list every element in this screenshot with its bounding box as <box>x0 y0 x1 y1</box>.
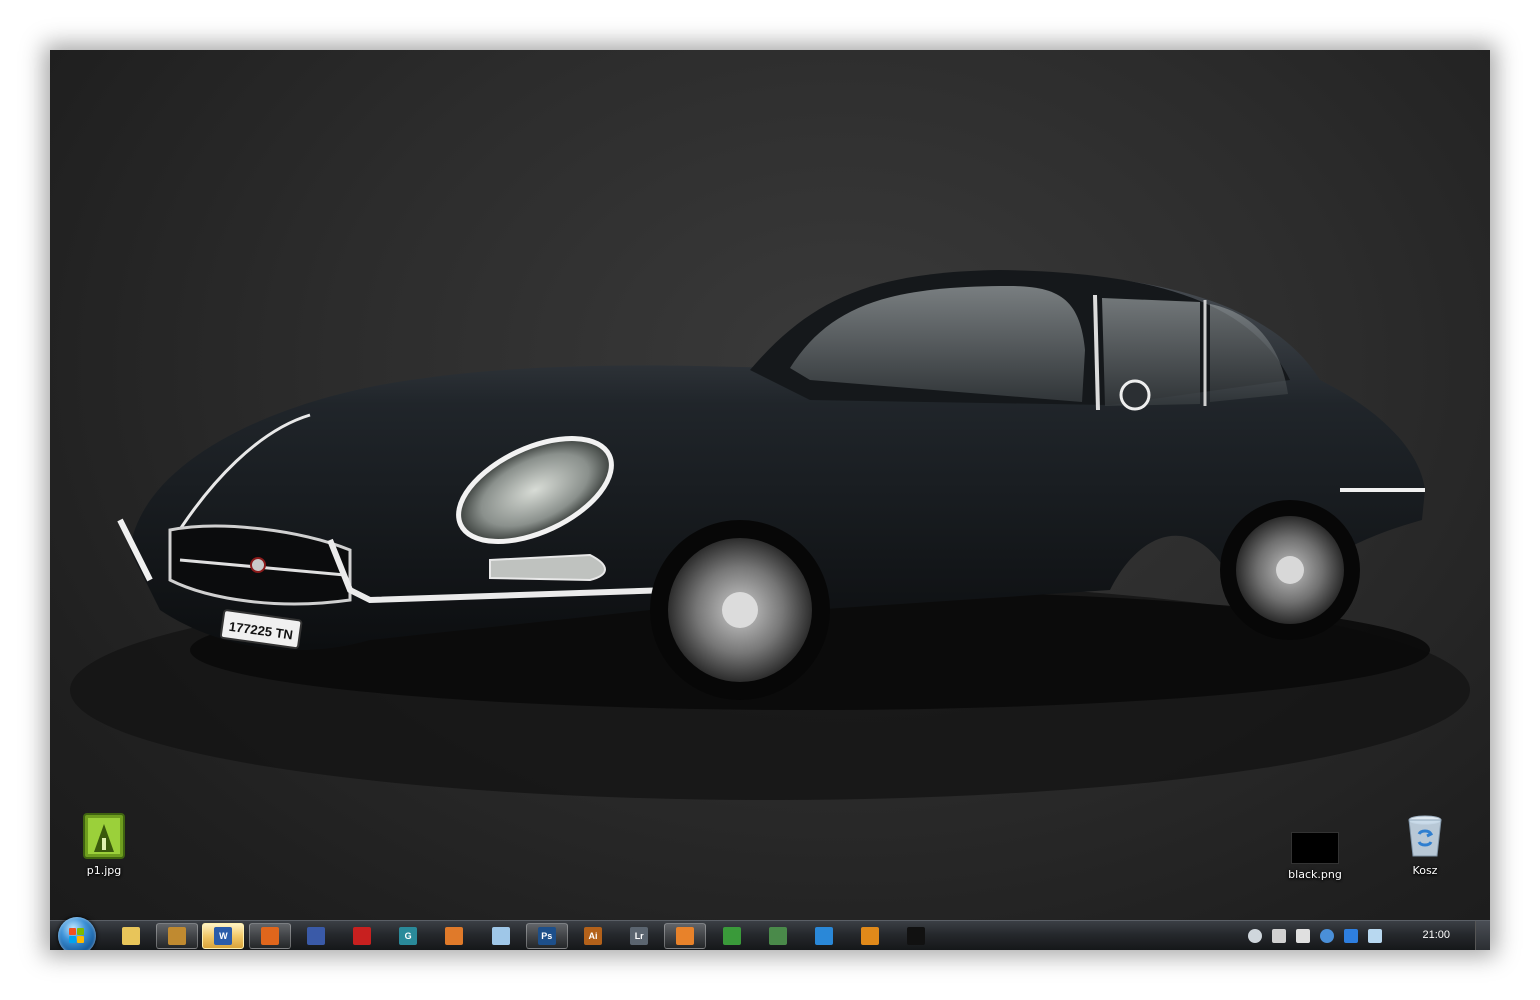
wallpaper-car: 177225 TN <box>70 270 1470 800</box>
taskbar-button-app-red[interactable] <box>895 923 937 949</box>
taskbar-button-acrobat[interactable] <box>341 923 383 949</box>
taskbar-button-notepad[interactable] <box>480 923 522 949</box>
clock[interactable]: 21:00 <box>1422 929 1450 941</box>
desktop: 177225 TN p1.jpg black.png Kosz W G Ps A… <box>50 50 1490 950</box>
taskbar-button-blender[interactable] <box>664 923 707 949</box>
desktop-icon-recycle-bin[interactable]: Kosz <box>1385 812 1465 877</box>
notepad-icon <box>491 927 510 945</box>
taskbar-button-illustrator[interactable]: Ai <box>572 923 614 949</box>
folder-icon <box>122 927 140 945</box>
play-icon <box>861 927 880 945</box>
taskbar-button-explorer[interactable] <box>110 923 152 949</box>
taskbar-button-utorrent[interactable] <box>711 923 753 949</box>
film-icon <box>168 927 187 945</box>
flame-icon <box>445 927 464 945</box>
desktop-icon-label: Kosz <box>1412 864 1438 877</box>
system-tray: 21:00 <box>1240 921 1490 950</box>
dropbox-icon[interactable] <box>1344 929 1358 943</box>
acrobat-icon <box>353 927 371 945</box>
taskbar-button-firefox[interactable] <box>248 923 291 949</box>
image-file-icon <box>80 812 128 860</box>
black-image-icon <box>1291 832 1339 864</box>
taskbar-button-photoshop[interactable]: Ps <box>525 923 568 949</box>
taskbar-button-app-flame[interactable] <box>433 923 475 949</box>
utorrent-icon <box>722 927 741 945</box>
desktop-icon-p1-jpg[interactable]: p1.jpg <box>64 812 144 877</box>
windows-logo-icon <box>69 928 85 944</box>
desktop-icon-black-png[interactable]: black.png <box>1275 828 1355 881</box>
taskbar-button-media-app[interactable] <box>156 923 199 949</box>
slash-icon <box>907 927 926 945</box>
window-icon <box>815 927 833 945</box>
taskbar-button-media-player[interactable] <box>849 923 891 949</box>
network-icon[interactable] <box>1296 929 1310 943</box>
word-icon: W <box>214 927 233 945</box>
taskbar-button-lightroom[interactable]: Lr <box>618 923 660 949</box>
taskbar-button-word[interactable]: W <box>202 923 245 949</box>
blender-icon <box>676 927 695 945</box>
show-desktop-button[interactable] <box>1475 921 1490 950</box>
start-button[interactable] <box>58 917 96 950</box>
g-icon: G <box>399 927 418 945</box>
illustrator-icon: Ai <box>584 927 602 945</box>
recycle-bin-icon <box>1401 812 1449 860</box>
network-up-icon[interactable] <box>1272 929 1286 943</box>
taskbar-button-app-g[interactable]: G <box>387 923 429 949</box>
desktop-icon-label: p1.jpg <box>86 864 122 877</box>
taskbar: W G Ps Ai Lr 21:00 <box>50 917 1490 950</box>
desktop-icon-label: black.png <box>1288 868 1342 881</box>
lightroom-icon: Lr <box>630 927 649 945</box>
globe-icon[interactable] <box>1248 929 1262 943</box>
firefox-icon <box>260 927 279 945</box>
taskbar-button-app-blue[interactable] <box>803 923 845 949</box>
taskbar-button-save-app[interactable] <box>295 923 337 949</box>
browser-icon[interactable] <box>1320 929 1334 943</box>
floppy-icon <box>306 927 325 945</box>
monitor-icon[interactable] <box>1368 929 1382 943</box>
picture-icon <box>768 927 787 945</box>
taskbar-button-image-app[interactable] <box>757 923 799 949</box>
photoshop-icon: Ps <box>537 927 556 945</box>
